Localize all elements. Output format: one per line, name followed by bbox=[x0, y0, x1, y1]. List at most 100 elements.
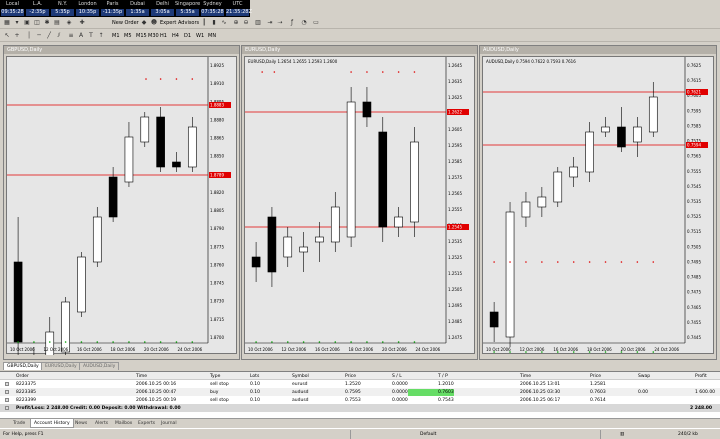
candle-body bbox=[92, 216, 102, 263]
timeframe-h4[interactable]: H4 bbox=[172, 32, 179, 41]
crosshair-icon[interactable]: + bbox=[13, 32, 21, 40]
status-help: For Help, press F1 bbox=[3, 432, 44, 437]
clock-time: 1:35a bbox=[126, 9, 149, 16]
tile-windows-icon[interactable]: ▥ bbox=[254, 19, 262, 27]
chart-window-1[interactable]: EURUSD,Daily EURUSD,Daily 1.2654 1.2655 1… bbox=[241, 45, 478, 360]
table-row[interactable]: 8223399 2006.10.25 00:19 sell stop 0.10 audu… bbox=[0, 396, 720, 404]
chart-title[interactable]: GBPUSD,Daily bbox=[4, 46, 239, 54]
candle-body bbox=[553, 171, 563, 203]
price-tick-label: 1.8910 bbox=[210, 81, 224, 86]
chart-tab-gbpusd[interactable]: GBPUSD,Daily bbox=[3, 362, 43, 370]
terminal-tab-mailbox[interactable]: Mailbox bbox=[112, 419, 135, 428]
column-header-swap[interactable]: Swap bbox=[638, 374, 650, 379]
auto-scroll-icon[interactable]: ⇢ bbox=[276, 19, 284, 27]
cell-sl: 0.0000 bbox=[392, 381, 408, 387]
column-header-lots[interactable]: Lots bbox=[250, 374, 259, 379]
timeframe-m30[interactable]: M30 bbox=[148, 32, 159, 41]
new-chart-icon[interactable]: ▦ bbox=[3, 19, 11, 27]
chart-title[interactable]: AUDUSD,Daily bbox=[480, 46, 716, 54]
cell-price2: 0.7603 bbox=[590, 389, 606, 395]
column-header-time[interactable]: Time bbox=[136, 374, 147, 379]
market-watch-icon[interactable]: ▣ bbox=[23, 19, 31, 27]
column-header-time2[interactable]: Time bbox=[520, 374, 531, 379]
label-icon[interactable]: T bbox=[87, 32, 95, 40]
history-center-icon[interactable]: ◈ bbox=[65, 19, 73, 27]
column-header-symbol[interactable]: Symbol bbox=[292, 374, 309, 379]
indicators-icon[interactable]: ƒ bbox=[288, 19, 296, 27]
clock-time: 09:35:28 bbox=[1, 9, 24, 16]
chart-tab-audusd[interactable]: AUDUSD,Daily bbox=[79, 362, 120, 370]
timeframe-m5[interactable]: M5 bbox=[124, 32, 132, 41]
timeframe-w1[interactable]: W1 bbox=[196, 32, 204, 41]
fractal-down-dot bbox=[286, 341, 289, 343]
column-header-tp[interactable]: T / P bbox=[438, 374, 448, 379]
chart-window-2[interactable]: AUDUSD,Daily AUDUSD,Daily 0.7594 0.7622 0… bbox=[479, 45, 717, 360]
column-header-profit[interactable]: Profit bbox=[695, 374, 707, 379]
candle-body bbox=[617, 126, 626, 148]
timeframe-m1[interactable]: M1 bbox=[112, 32, 120, 41]
new-order-button[interactable]: New Order bbox=[112, 19, 139, 28]
timeframe-d1[interactable]: D1 bbox=[184, 32, 191, 41]
price-tick-label: 0.7595 bbox=[687, 108, 701, 113]
terminal-tab-journal[interactable]: Journal bbox=[158, 419, 180, 428]
price-tick-label: 1.2605 bbox=[448, 127, 462, 132]
column-header-sl[interactable]: S / L bbox=[392, 374, 402, 379]
channel-icon[interactable]: ⫽ bbox=[55, 32, 63, 40]
column-header-type[interactable]: Type bbox=[210, 374, 220, 379]
fractal-up-dot bbox=[525, 261, 527, 263]
horizontal-line-icon[interactable]: ─ bbox=[35, 32, 43, 40]
column-header-price2[interactable]: Price bbox=[590, 374, 601, 379]
chart-plot-area[interactable]: 1.8925 1.8910 1.8895 1.8880 1.8865 1.8850 1.88… bbox=[6, 56, 237, 355]
price-tick-label: 1.2505 bbox=[448, 287, 462, 292]
expert-advisors-icon[interactable]: ☻ bbox=[150, 19, 158, 27]
trendline-icon[interactable]: ╱ bbox=[45, 32, 53, 40]
chart-plot-area[interactable]: AUDUSD,Daily 0.7594 0.7622 0.7593 0.7616… bbox=[482, 56, 714, 354]
chart-plot-area[interactable]: EURUSD,Daily 1.2654 1.2655 1.2593 1.2600… bbox=[244, 56, 475, 354]
status-traffic: 240/2 kb bbox=[678, 432, 698, 437]
candle-body bbox=[378, 131, 388, 228]
timeframe-h1[interactable]: H1 bbox=[160, 32, 167, 41]
meta-editor-icon[interactable]: ◆ bbox=[140, 19, 148, 27]
zoom-in-icon[interactable]: ⊕ bbox=[232, 19, 240, 27]
vertical-line-icon[interactable]: │ bbox=[25, 32, 33, 40]
cursor-icon[interactable]: ↖ bbox=[3, 32, 11, 40]
navigator-icon[interactable]: ✱ bbox=[43, 19, 51, 27]
text-icon[interactable]: A bbox=[77, 32, 85, 40]
price-tick-label: 1.8730 bbox=[210, 299, 224, 304]
chart-window-0[interactable]: GBPUSD,Daily 1.8925 1.8910 1.8895 1.8880 1.88… bbox=[3, 45, 240, 360]
price-tick-label: 0.7615 bbox=[687, 78, 701, 83]
profiles-icon[interactable]: ▾ bbox=[13, 19, 21, 27]
templates-icon[interactable]: ▭ bbox=[312, 19, 320, 27]
terminal-tab-experts[interactable]: Experts bbox=[135, 419, 158, 428]
terminal-icon[interactable]: ▤ bbox=[53, 19, 61, 27]
expert-advisors-button[interactable]: Expert Advisors bbox=[160, 19, 199, 28]
chart-shift-icon[interactable]: ⇥ bbox=[266, 19, 274, 27]
date-tick-label: 16 Oct 2006 bbox=[77, 347, 102, 352]
cell-sl: 0.0000 bbox=[392, 397, 408, 403]
column-header-price[interactable]: Price bbox=[345, 374, 356, 379]
terminal-tab-alerts[interactable]: Alerts bbox=[92, 419, 111, 428]
candlestick-icon[interactable]: ▮ bbox=[210, 19, 218, 27]
column-header-order[interactable]: Order bbox=[16, 374, 29, 379]
data-window-icon[interactable]: ◫ bbox=[33, 19, 41, 27]
fibonacci-icon[interactable]: ≡ bbox=[67, 32, 75, 40]
chart-title[interactable]: EURUSD,Daily bbox=[242, 46, 477, 54]
arrows-icon[interactable]: ↑ bbox=[97, 32, 105, 40]
zoom-out-icon[interactable]: ⊖ bbox=[242, 19, 250, 27]
timeframe-mn[interactable]: MN bbox=[208, 32, 216, 41]
clock-8: Sydney 07:35:28 bbox=[200, 0, 225, 17]
bar-chart-icon[interactable]: ┃ bbox=[200, 19, 208, 27]
date-tick-label: 18 Oct 2006 bbox=[587, 347, 612, 352]
fractal-down-dot bbox=[413, 341, 416, 343]
table-row[interactable]: 8223375 2006.10.25 00:16 sell stop 0.10 euru… bbox=[0, 380, 720, 388]
timeframe-m15[interactable]: M15 bbox=[136, 32, 147, 41]
price-tick-label: 1.8775 bbox=[210, 244, 224, 249]
new-order-icon[interactable]: ✚ bbox=[78, 19, 86, 27]
table-row[interactable]: 8223385 2006.10.25 00:47 buy 0.10 audusd 0.75… bbox=[0, 388, 720, 396]
terminal-tab-trade[interactable]: Trade bbox=[10, 419, 28, 428]
terminal-tab-news[interactable]: News bbox=[72, 419, 90, 428]
periods-icon[interactable]: ◔ bbox=[300, 19, 308, 27]
chart-tab-eurusd[interactable]: EURUSD,Daily bbox=[41, 362, 81, 370]
terminal-tab-account-history[interactable]: Account History bbox=[30, 419, 74, 428]
line-chart-icon[interactable]: ∿ bbox=[220, 19, 228, 27]
